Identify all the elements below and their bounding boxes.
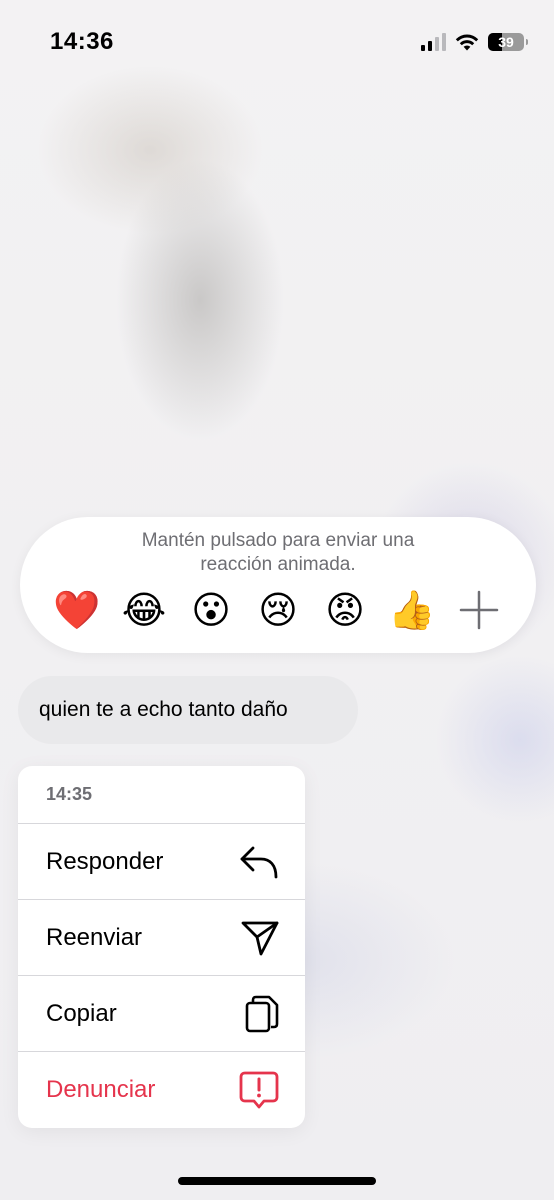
message-bubble[interactable]: quien te a echo tanto daño xyxy=(18,676,358,744)
reaction-hint: Mantén pulsado para enviar una reacción … xyxy=(141,530,415,575)
reply-menu-item[interactable]: Responder xyxy=(18,824,305,900)
copy-menu-item[interactable]: Copiar xyxy=(18,976,305,1052)
reaction-picker: Mantén pulsado para enviar una reacción … xyxy=(20,517,536,653)
forward-menu-item[interactable]: Reenviar xyxy=(18,900,305,976)
status-icons: 39 xyxy=(421,32,528,52)
message-timestamp: 14:35 xyxy=(18,766,305,824)
message-text: quien te a echo tanto daño xyxy=(39,698,288,721)
reply-label: Responder xyxy=(46,847,164,875)
reaction-surprised[interactable]: 😮 xyxy=(186,587,236,633)
reaction-thumbs-up[interactable]: 👍 xyxy=(387,587,437,633)
more-reactions-button[interactable] xyxy=(454,587,504,633)
status-time: 14:36 xyxy=(50,28,114,55)
reaction-laughing[interactable]: 😂 xyxy=(119,587,169,633)
report-icon xyxy=(239,1071,279,1109)
message-context-menu: 14:35 Responder Reenviar Copiar Denuncia… xyxy=(18,766,305,1128)
forward-label: Reenviar xyxy=(46,923,143,951)
home-indicator[interactable] xyxy=(178,1177,376,1185)
wifi-icon xyxy=(455,34,479,51)
report-menu-item[interactable]: Denunciar xyxy=(18,1052,305,1128)
copy-icon xyxy=(245,995,279,1032)
battery-icon: 39 xyxy=(488,33,528,51)
battery-level: 39 xyxy=(498,34,514,50)
reaction-heart[interactable]: ❤️ xyxy=(52,587,102,633)
send-paper-plane-icon xyxy=(241,921,279,955)
reaction-angry[interactable]: 😡 xyxy=(320,587,370,633)
emoji-row: ❤️ 😂 😮 😢 😡 👍 xyxy=(52,587,504,633)
reply-arrow-icon xyxy=(240,846,278,878)
report-label: Denunciar xyxy=(46,1076,156,1103)
reaction-crying[interactable]: 😢 xyxy=(253,587,303,633)
plus-icon xyxy=(459,590,499,630)
cellular-signal-icon xyxy=(421,33,446,51)
copy-label: Copiar xyxy=(46,999,117,1027)
